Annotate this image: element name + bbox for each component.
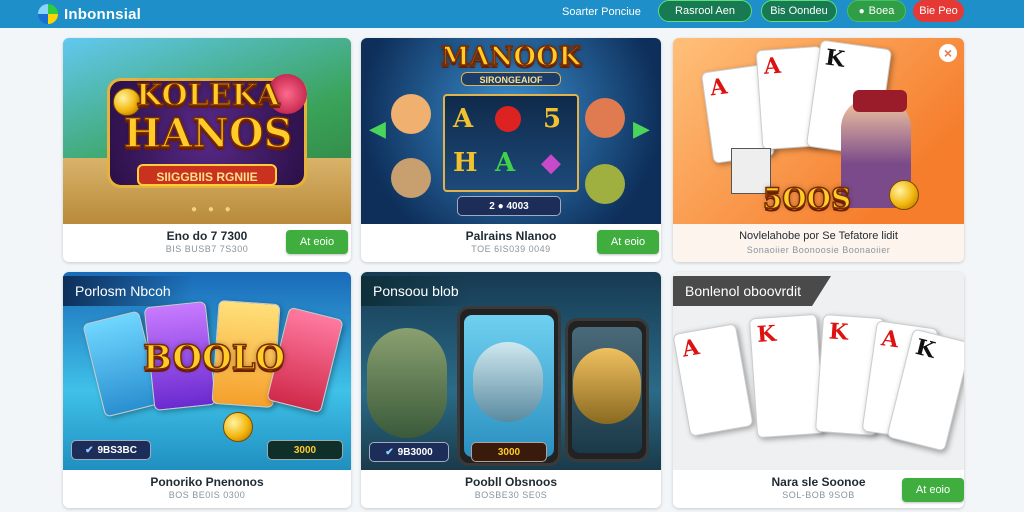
art-left-pill-4: ✔ 9BS3BC [71, 440, 151, 460]
art-badge-3: 5OOS [762, 181, 852, 216]
card-5-subtitle: BOSBE30 SE0S [474, 490, 548, 500]
card-5-tag: Ponsoou blob [361, 276, 471, 306]
game-art-6: Bonlenol oboovrdit A K K A K [673, 272, 964, 470]
game-art-2: MANOOK SIRONGEAIOF A 5 H A ◆ ◀ ▶ 2 ● 400… [361, 38, 661, 224]
playing-card-ace: A [673, 323, 754, 437]
logo-text: Inbonnsial [64, 5, 141, 23]
check-icon: ✔ [85, 444, 94, 456]
symbol-h: H [453, 148, 478, 178]
game-card-5[interactable]: Ponsoou blob ✔ 9B3000 3000 Poobll Obsnoo… [361, 272, 661, 508]
symbol-5: 5 [543, 104, 562, 134]
card-3-subtitle: Sonaoiier Boonoosie Boonaoiier [746, 245, 891, 255]
art-word-2: HANOS [123, 109, 294, 158]
header-green-button[interactable]: ● Boea [847, 0, 906, 22]
playing-card-king: K [748, 313, 826, 439]
symbol-a-green: A [495, 148, 516, 178]
symbol-cherry [495, 106, 521, 132]
game-art-4: Porlosm Nbcoh BOOLO ✔ 9BS3BC 3000 [63, 272, 351, 470]
art-right-pill-4: 3000 [267, 440, 343, 460]
character-icon [585, 164, 625, 204]
character-icon [585, 98, 625, 138]
art-ribbon-2: SIRONGEAIOF [461, 72, 561, 86]
art-left-value-4: 9BS3BC [97, 444, 137, 456]
hat-icon [853, 90, 907, 112]
symbol-a: A [453, 104, 474, 134]
game-art-5: Ponsoou blob ✔ 9B3000 3000 [361, 272, 661, 470]
arrow-right-icon[interactable]: ▶ [633, 116, 650, 142]
game-art-3: A A K 5OOS × [673, 38, 964, 224]
header-red-button[interactable]: Bie Peo [913, 0, 964, 22]
fish-icon [473, 342, 543, 422]
card-1-play-button[interactable]: At eoio [286, 230, 348, 254]
art-counter-2: 2 ● 4003 [457, 196, 561, 216]
card-2-play-button[interactable]: At eoio [597, 230, 659, 254]
art-word-4: BOOLO [142, 337, 286, 379]
site-logo[interactable]: Inbonnsial [38, 4, 141, 24]
game-art-1: KOLEKA HANOS SIIGGBIIS RGNIIE ● ● ● [63, 38, 351, 224]
header-outline-button-2[interactable]: Bis Oondeu [761, 0, 837, 22]
coin-icon [889, 180, 919, 210]
user-icon: ● [858, 5, 865, 17]
top-header: Inbonnsial Soarter Ponciue Rasrool Aen B… [0, 0, 1024, 28]
header-outline-button-2-label: Bis Oondeu [770, 5, 828, 17]
card-4-subtitle: BOS BE0IS 0300 [168, 490, 246, 500]
game-card-3[interactable]: A A K 5OOS × Novlelahobe por Se Tefatore… [673, 38, 964, 262]
game-card-4[interactable]: Porlosm Nbcoh BOOLO ✔ 9BS3BC 3000 Ponori… [63, 272, 351, 508]
character-icon [391, 158, 431, 198]
card-4-title: Ponoriko Pnenonos [150, 475, 264, 489]
fish-icon [367, 328, 447, 438]
art-ribbon-1: SIIGGBIIS RGNIIE [137, 164, 277, 186]
game-card-1[interactable]: KOLEKA HANOS SIIGGBIIS RGNIIE ● ● ● Eno … [63, 38, 351, 262]
coin-icon [223, 412, 253, 442]
card-3-title: Novlelahobe por Se Tefatore lidit [739, 230, 898, 242]
slot-reels: A 5 H A ◆ [443, 94, 579, 192]
art-left-value-5: 9B3000 [397, 446, 433, 458]
card-5-title: Poobll Obsnoos [465, 475, 557, 489]
nav-link[interactable]: Soarter Ponciue [562, 6, 641, 18]
arrow-left-icon[interactable]: ◀ [369, 116, 386, 142]
logo-icon [38, 4, 58, 24]
fish-icon [573, 348, 641, 424]
check-icon: ✔ [385, 446, 394, 458]
header-red-button-label: Bie Peo [919, 5, 958, 17]
symbol-purple: ◆ [541, 148, 561, 178]
carousel-dots: ● ● ● [191, 204, 235, 215]
character-icon [391, 94, 431, 134]
art-right-pill-5: 3000 [471, 442, 547, 462]
header-outline-button-label: Rasrool Aen [675, 5, 735, 17]
art-left-pill-5: ✔ 9B3000 [369, 442, 449, 462]
card-6-play-button[interactable]: At eoio [902, 478, 964, 502]
game-card-6[interactable]: Bonlenol oboovrdit A K K A K Nara sle So… [673, 272, 964, 508]
art-word-1: KOLEKA [136, 77, 281, 114]
header-green-button-label: Boea [868, 5, 895, 17]
close-icon[interactable]: × [939, 44, 957, 62]
header-outline-button[interactable]: Rasrool Aen [658, 0, 752, 22]
game-card-2[interactable]: MANOOK SIRONGEAIOF A 5 H A ◆ ◀ ▶ 2 ● 400… [361, 38, 661, 262]
card-6-tag: Bonlenol oboovrdit [673, 276, 831, 306]
art-word-slot: MANOOK [440, 41, 582, 73]
card-4-tag: Porlosm Nbcoh [63, 276, 193, 306]
